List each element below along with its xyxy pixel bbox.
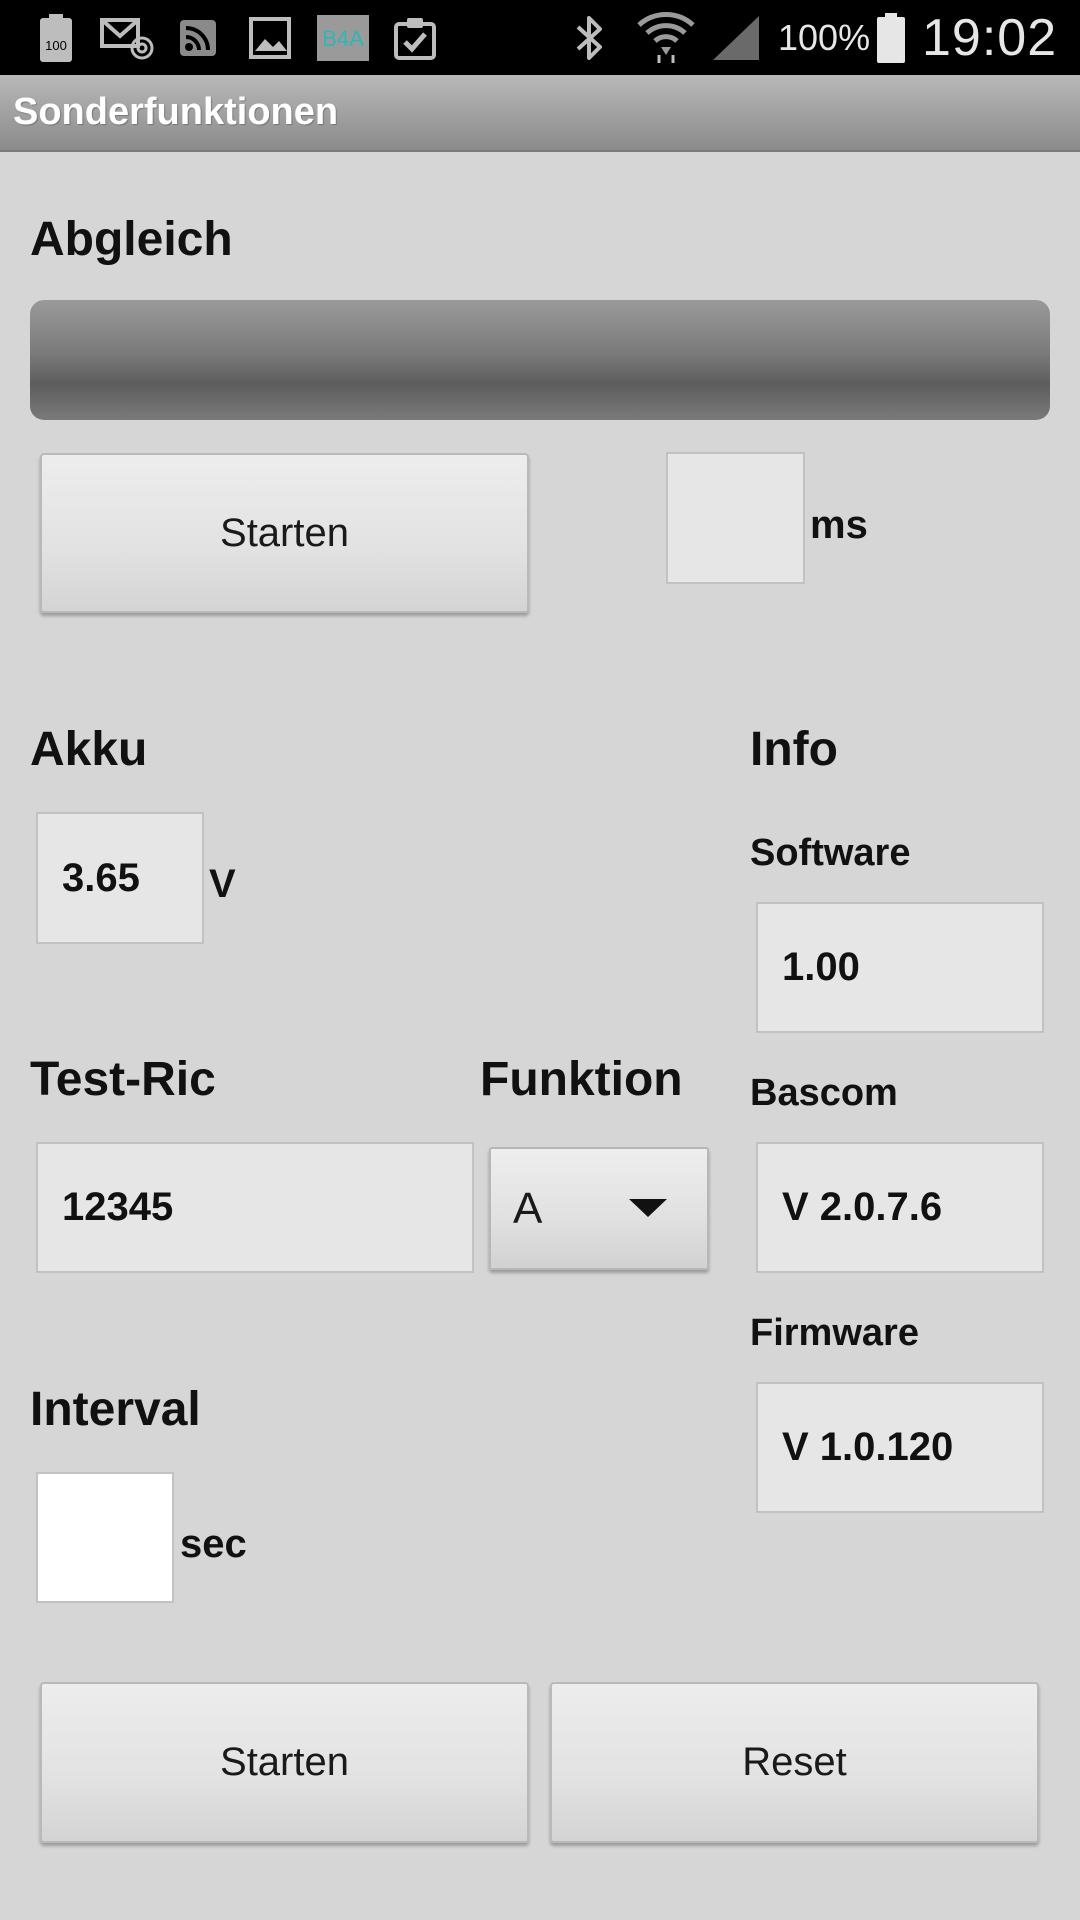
image-icon bbox=[248, 0, 292, 75]
title-bar: Sonderfunktionen bbox=[0, 75, 1080, 152]
cell-signal-icon bbox=[710, 0, 762, 75]
funktion-spinner[interactable]: A bbox=[489, 1147, 709, 1270]
status-bar: 100 B4A 100% 19:02 bbox=[0, 0, 1080, 75]
bascom-label: Bascom bbox=[750, 1072, 898, 1114]
mail-at-icon bbox=[100, 0, 156, 75]
volt-unit-label: V bbox=[209, 862, 236, 906]
firmware-version-field[interactable]: V 1.0.120 bbox=[756, 1382, 1044, 1513]
b4a-icon: B4A bbox=[316, 0, 370, 75]
funktion-heading: Funktion bbox=[480, 1053, 683, 1106]
funktion-selected-value: A bbox=[513, 1183, 543, 1233]
interval-heading: Interval bbox=[30, 1383, 201, 1436]
sec-unit-label: sec bbox=[180, 1522, 247, 1566]
battery-100-label: 100 bbox=[45, 38, 67, 53]
wifi-icon bbox=[636, 0, 696, 75]
software-version-field[interactable]: 1.00 bbox=[756, 902, 1044, 1033]
ms-unit-label: ms bbox=[810, 503, 868, 547]
battery-percent: 100% bbox=[778, 16, 871, 58]
page-title: Sonderfunktionen bbox=[13, 91, 339, 133]
info-heading: Info bbox=[750, 723, 838, 776]
abgleich-progress-bar bbox=[30, 300, 1050, 420]
bluetooth-icon bbox=[572, 0, 608, 75]
clock-time: 19:02 bbox=[922, 8, 1058, 67]
test-ric-field[interactable]: 12345 bbox=[36, 1142, 474, 1273]
bascom-version-field[interactable]: V 2.0.7.6 bbox=[756, 1142, 1044, 1273]
abgleich-ms-field[interactable] bbox=[666, 452, 805, 584]
reset-button[interactable]: Reset bbox=[550, 1682, 1039, 1843]
abgleich-heading: Abgleich bbox=[30, 213, 233, 266]
test-ric-heading: Test-Ric bbox=[30, 1053, 216, 1106]
rss-icon bbox=[178, 0, 218, 75]
chevron-down-icon bbox=[629, 1199, 667, 1217]
akku-voltage-field[interactable]: 3.65 bbox=[36, 812, 204, 944]
akku-heading: Akku bbox=[30, 723, 148, 776]
start-button[interactable]: Starten bbox=[40, 1682, 529, 1843]
battery-100-icon: 100 bbox=[36, 0, 76, 75]
abgleich-start-button[interactable]: Starten bbox=[40, 453, 529, 613]
interval-field[interactable] bbox=[36, 1472, 174, 1603]
clipboard-check-icon bbox=[392, 0, 438, 75]
b4a-label: B4A bbox=[322, 26, 364, 51]
software-label: Software bbox=[750, 832, 911, 874]
battery-icon bbox=[874, 0, 908, 75]
firmware-label: Firmware bbox=[750, 1312, 919, 1354]
